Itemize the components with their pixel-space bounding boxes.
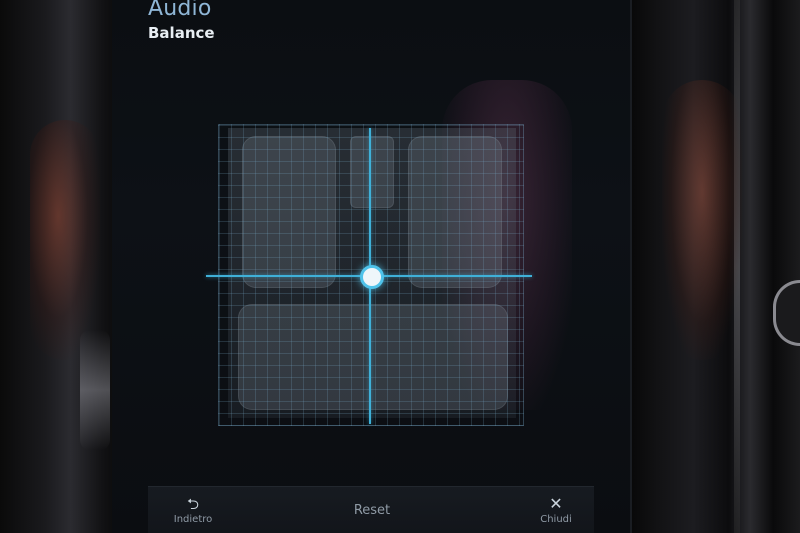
right-trim-panel (622, 0, 800, 533)
balance-grid[interactable] (206, 124, 532, 426)
trim-reflection (80, 330, 110, 450)
return-arrow-icon: ⮌ (186, 495, 199, 513)
infotainment-screen: Audio Balance ⮌ Indietro Reset ✕ Chiudi (112, 0, 632, 533)
close-button[interactable]: ✕ Chiudi (524, 487, 588, 533)
reset-button[interactable]: Reset (336, 487, 408, 533)
bottom-bar: ⮌ Indietro Reset ✕ Chiudi (148, 486, 594, 533)
page-title: Balance (148, 24, 215, 42)
car-interior-photo: Audio Balance ⮌ Indietro Reset ✕ Chiudi (0, 0, 800, 533)
back-label: Indietro (173, 514, 213, 525)
back-button[interactable]: ⮌ Indietro (158, 487, 228, 533)
app-title: Audio (148, 0, 212, 21)
balance-handle[interactable] (360, 265, 384, 289)
close-label: Chiudi (540, 514, 572, 525)
chrome-strip (734, 0, 740, 533)
left-trim-panel (0, 0, 128, 533)
reset-label: Reset (353, 503, 391, 518)
vent-knob (773, 280, 800, 346)
close-icon: ✕ (549, 494, 563, 513)
